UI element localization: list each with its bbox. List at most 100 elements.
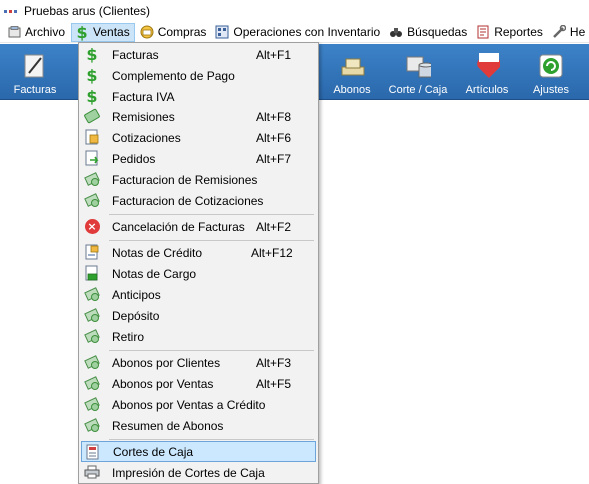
toolbar-label: Ajustes (532, 84, 570, 96)
money-stack-icon (84, 171, 100, 187)
cash-register-icon (405, 53, 431, 79)
menu-item-factura-iva[interactable]: $ Factura IVA (81, 86, 316, 107)
menu-item-complemento-pago[interactable]: $ Complemento de Pago (81, 65, 316, 86)
menu-item-anticipos[interactable]: Anticipos (81, 284, 316, 305)
quote-icon (84, 129, 100, 145)
tools-icon (552, 25, 566, 39)
cancel-icon: × (84, 218, 100, 234)
menu-item-label: Facturas (112, 47, 159, 62)
menu-label: Operaciones con Inventario (233, 25, 381, 39)
app-icon (4, 7, 18, 15)
menu-label: Búsquedas (407, 25, 468, 39)
menu-item-deposito[interactable]: Depósito (81, 305, 316, 326)
menu-item-label: Pedidos (112, 151, 156, 166)
money-stack-icon (84, 396, 100, 412)
money-stack-icon (84, 354, 100, 370)
cash-report-icon (85, 444, 101, 460)
menu-item-label: Cortes de Caja (113, 444, 194, 459)
menu-item-facturacion-cotizaciones[interactable]: Facturacion de Cotizaciones (81, 190, 316, 211)
menu-item-label: Facturacion de Remisiones (112, 172, 258, 187)
money-stack-icon (84, 307, 100, 323)
menu-separator (109, 240, 314, 241)
menu-item-label: Factura IVA (112, 89, 175, 104)
archive-icon (7, 25, 21, 39)
menu-item-shortcut: Alt+F1 (256, 47, 292, 62)
menu-item-label: Notas de Crédito (112, 245, 203, 260)
money-stack-icon (84, 286, 100, 302)
toolbar-corte-caja-button[interactable]: Corte / Caja (388, 44, 448, 100)
menu-separator (109, 214, 314, 215)
window-title: Pruebas arus (Clientes) (24, 4, 151, 18)
money-stack-icon (84, 328, 100, 344)
dollar-icon: $ (86, 86, 98, 106)
menu-item-label: Abonos por Ventas (112, 376, 214, 391)
menu-item-label: Notas de Cargo (112, 266, 197, 281)
menu-separator (109, 439, 314, 440)
menu-item-label: Depósito (112, 308, 160, 323)
menu-item-label: Abonos por Clientes (112, 355, 221, 370)
dollar-icon: $ (86, 65, 98, 85)
menu-item-abonos-clientes[interactable]: Abonos por Clientes Alt+F3 (81, 352, 316, 373)
toolbar-abonos-button[interactable]: Abonos (327, 44, 377, 100)
menu-item-resumen-abonos[interactable]: Resumen de Abonos (81, 415, 316, 436)
abc-heart-icon (474, 53, 500, 79)
title-bar: Pruebas arus (Clientes) (0, 0, 589, 22)
menu-archivo[interactable]: Archivo (4, 23, 69, 42)
toolbar-articulos-button[interactable]: Artículos (460, 44, 514, 100)
order-icon (84, 150, 100, 166)
menu-item-shortcut: Alt+F2 (256, 219, 292, 234)
money-stack-icon (84, 417, 100, 433)
menu-busquedas[interactable]: Búsquedas (386, 23, 471, 42)
menu-item-label: Impresión de Cortes de Caja (112, 465, 265, 480)
menu-item-abonos-ventas-credito[interactable]: Abonos por Ventas a Crédito (81, 394, 316, 415)
ventas-dropdown-menu: $ Facturas Alt+F1 $ Complemento de Pago … (78, 42, 319, 484)
toolbar-label: Facturas (13, 84, 57, 96)
menu-item-label: Anticipos (112, 287, 161, 302)
menu-label: Reportes (494, 25, 543, 39)
menu-item-cotizaciones[interactable]: Cotizaciones Alt+F6 (81, 127, 316, 148)
menu-item-shortcut: Alt+F8 (256, 109, 292, 124)
menu-operaciones-inventario[interactable]: Operaciones con Inventario (212, 23, 384, 42)
menu-item-pedidos[interactable]: Pedidos Alt+F7 (81, 148, 316, 169)
money-stack-icon (84, 375, 100, 391)
menu-item-remisiones[interactable]: Remisiones Alt+F8 (81, 106, 316, 127)
menu-item-notas-credito[interactable]: Notas de Crédito Alt+F12 (81, 242, 316, 263)
menu-item-retiro[interactable]: Retiro (81, 326, 316, 347)
menu-item-label: Resumen de Abonos (112, 418, 224, 433)
binoculars-icon (389, 25, 403, 39)
invoice-pen-icon (22, 53, 48, 79)
menu-ventas[interactable]: $ Ventas (71, 22, 135, 42)
toolbar-ajustes-button[interactable]: Ajustes (526, 44, 576, 100)
menu-item-label: Cancelación de Facturas (112, 219, 245, 234)
menu-reportes[interactable]: Reportes (473, 23, 547, 42)
money-stack-icon (84, 192, 100, 208)
printer-icon (84, 464, 100, 480)
menu-item-shortcut: Alt+F12 (251, 245, 293, 260)
menu-item-label: Complemento de Pago (112, 68, 235, 83)
menu-item-cancelacion-facturas[interactable]: × Cancelación de Facturas Alt+F2 (81, 216, 316, 237)
purchases-icon (140, 25, 154, 39)
toolbar-label: Corte / Caja (388, 84, 448, 96)
report-icon (476, 25, 490, 39)
money-icon (83, 108, 101, 124)
toolbar-label: Artículos (465, 84, 509, 96)
menu-item-notas-cargo[interactable]: Notas de Cargo (81, 263, 316, 284)
toolbar-facturas-button[interactable]: Facturas (8, 44, 62, 100)
menu-label: Compras (157, 25, 207, 39)
menu-item-cortes-caja[interactable]: Cortes de Caja (81, 441, 316, 462)
menu-item-shortcut: Alt+F7 (256, 151, 292, 166)
menu-label: He (569, 25, 586, 39)
menu-item-label: Facturacion de Cotizaciones (112, 193, 264, 208)
menu-item-label: Retiro (112, 329, 145, 344)
menu-item-facturas[interactable]: $ Facturas Alt+F1 (81, 44, 316, 65)
menu-item-abonos-ventas[interactable]: Abonos por Ventas Alt+F5 (81, 373, 316, 394)
menu-herramientas[interactable]: He (549, 23, 589, 42)
toolbar-label: Abonos (333, 84, 371, 96)
menu-item-impresion-cortes-caja[interactable]: Impresión de Cortes de Caja (81, 462, 316, 483)
menu-item-facturacion-remisiones[interactable]: Facturacion de Remisiones (81, 169, 316, 190)
menu-item-label: Cotizaciones (112, 130, 181, 145)
menu-compras[interactable]: Compras (137, 23, 211, 42)
inventory-icon (215, 25, 229, 39)
menu-label: Ventas (93, 25, 130, 39)
menu-label: Archivo (25, 25, 66, 39)
